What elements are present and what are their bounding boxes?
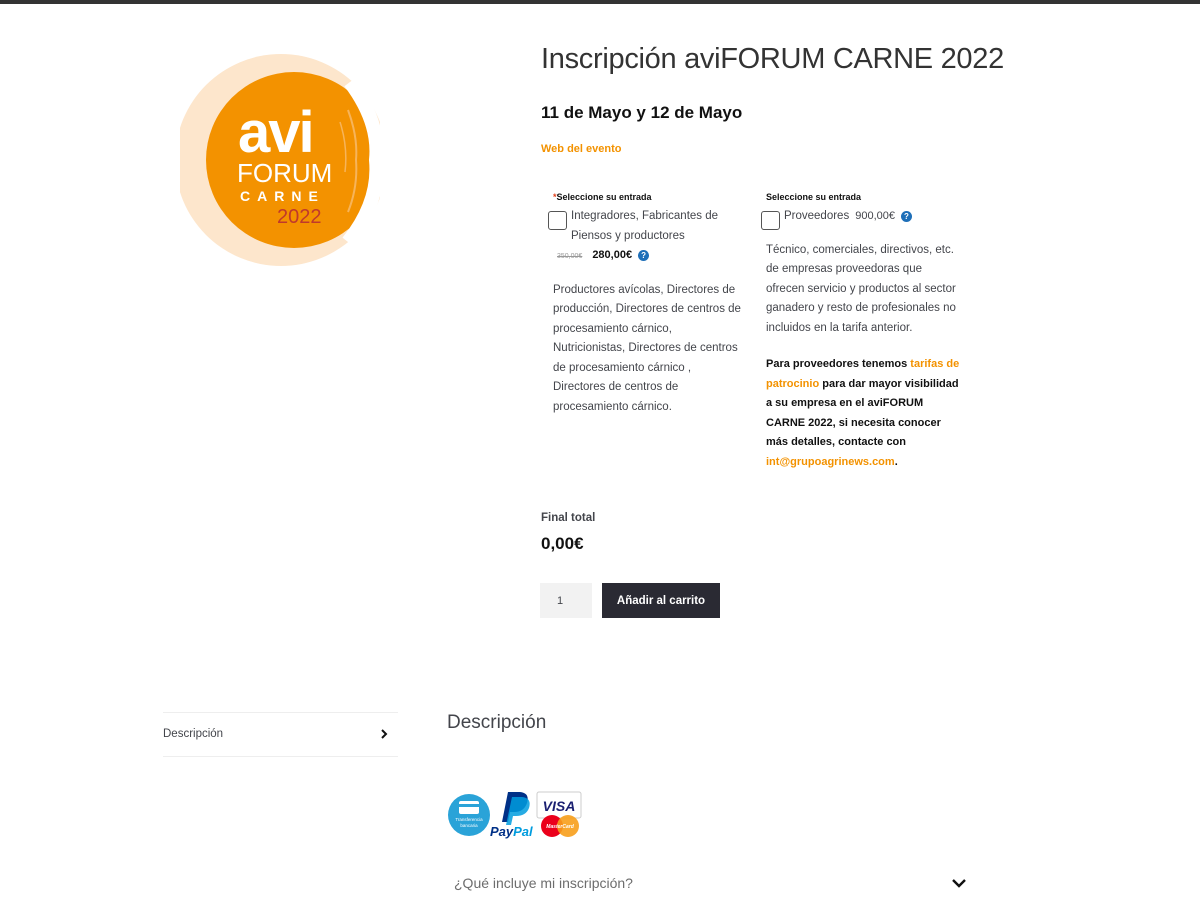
select-ticket-label-text: Seleccione su entrada [556, 192, 652, 202]
paypal-text-b: Pal [513, 824, 533, 839]
product-title: Inscripción aviFORUM CARNE 2022 [541, 43, 1004, 75]
option-description: Técnico, comerciales, directivos, etc. d… [766, 243, 956, 334]
logo-line-carne: CARNE [240, 188, 325, 204]
faq-question: ¿Qué incluye mi inscripción? [454, 875, 633, 891]
sponsorship-note: Para proveedores tenemos tarifas de patr… [766, 355, 962, 472]
old-price: 350,00€ [557, 253, 583, 260]
final-total-value: 0,00€ [541, 534, 584, 553]
top-bar [0, 0, 1200, 4]
quantity-input[interactable] [540, 583, 592, 618]
ticket-option-integradores: *Seleccione su entrada Integradores, Fab… [553, 190, 745, 417]
option-row: Proveedores 900,00€? [766, 207, 962, 227]
paypal-text-a: Pay [490, 824, 514, 839]
select-ticket-label: *Seleccione su entrada [553, 190, 745, 204]
option-label[interactable]: Integradores, Fabricantes de Piensos y p… [571, 210, 718, 242]
option-label[interactable]: Proveedores [784, 210, 849, 222]
select-ticket-label: Seleccione su entrada [766, 192, 862, 202]
option-description: Productores avícolas, Directores de prod… [553, 283, 741, 413]
description-heading: Descripción [447, 712, 547, 733]
paypal-icon: PayPal [490, 792, 533, 839]
bank-transfer-text-1: Transferencia [455, 817, 483, 822]
price-line: 350,00€ 280,00€? [553, 246, 745, 267]
question-circle-icon[interactable]: ? [900, 211, 912, 222]
note-end: . [894, 455, 898, 468]
question-circle-icon[interactable]: ? [638, 250, 650, 261]
faq-accordion-item[interactable]: ¿Qué incluye mi inscripción? [447, 866, 967, 900]
svg-text:PayPal: PayPal [490, 824, 533, 839]
bank-transfer-text-2: bancaria [460, 823, 478, 828]
chevron-down-icon [952, 879, 966, 888]
contact-email-link[interactable]: int@grupoagrinews.com [766, 456, 895, 468]
visa-icon: VISA [536, 791, 582, 819]
visa-text: VISA [543, 798, 576, 814]
note-text-1: Para proveedores tenemos [766, 358, 911, 370]
current-price: 280,00€ [592, 249, 633, 261]
bank-transfer-icon: Transferencia bancaria [448, 794, 490, 836]
logo-line-forum: FORUM [237, 158, 332, 188]
payment-methods-image: Transferencia bancaria PayPal VISA Maste… [448, 791, 582, 839]
event-website-link[interactable]: Web del evento [541, 143, 621, 155]
logo-line-year: 2022 [277, 206, 322, 228]
mastercard-text: MasterCard [546, 824, 574, 830]
event-logo: avi FORUM CARNE 2022 [180, 54, 380, 266]
logo-line-avi: avi [238, 100, 313, 165]
tab-descripcion[interactable]: Descripción [163, 712, 398, 757]
option-price: 900,00€ [855, 210, 895, 222]
ticket-option-proveedores: Seleccione su entrada Proveedores 900,00€… [766, 190, 962, 472]
tab-label: Descripción [163, 728, 224, 740]
event-dates: 11 de Mayo y 12 de Mayo [541, 103, 743, 122]
option-row: Integradores, Fabricantes de Piensos y p… [553, 207, 745, 246]
final-total-label: Final total [541, 512, 596, 524]
add-to-cart-button[interactable]: Añadir al carrito [602, 583, 720, 618]
chevron-right-icon [381, 729, 388, 739]
